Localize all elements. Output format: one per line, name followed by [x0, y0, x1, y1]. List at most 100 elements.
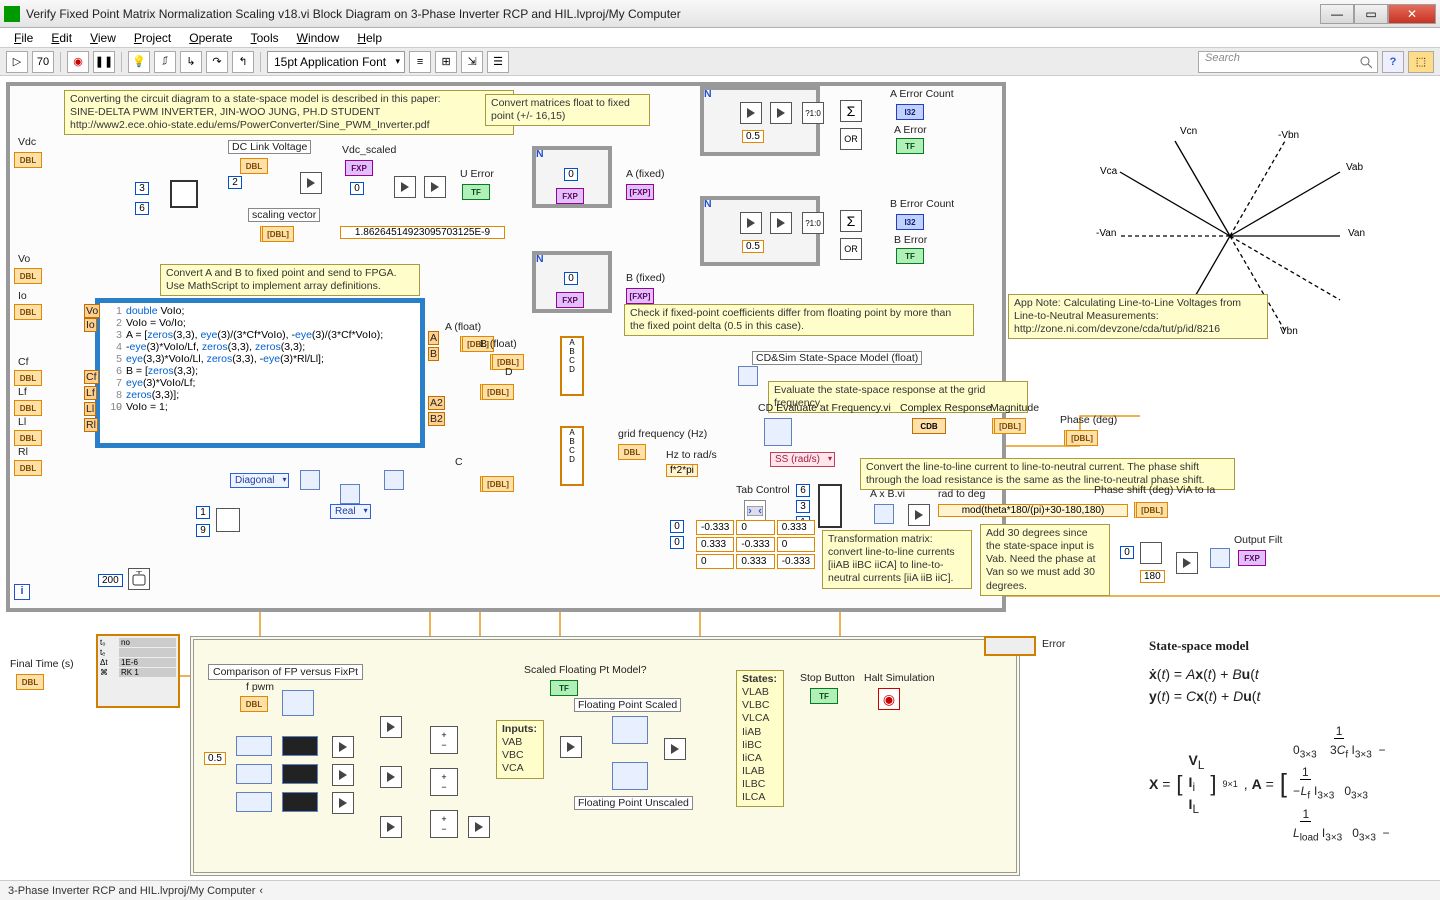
const-3b[interactable]: 3	[796, 500, 810, 513]
bundle-by-name-2[interactable]: ABCD	[560, 426, 584, 486]
terminal-vdc[interactable]: DBL	[14, 152, 42, 168]
const-1[interactable]: 1	[196, 506, 210, 519]
terminal-ll[interactable]: DBL	[14, 430, 42, 446]
terminal-lf[interactable]: DBL	[14, 400, 42, 416]
pause-button[interactable]: ❚❚	[93, 51, 115, 73]
mul-v3[interactable]	[380, 816, 402, 838]
resize-button[interactable]: ⇲	[461, 51, 483, 73]
help-button[interactable]: ?	[1382, 51, 1404, 73]
const-9[interactable]: 9	[196, 524, 210, 537]
fxp-cast-b[interactable]: FXP	[556, 292, 584, 308]
const-3[interactable]: 3	[135, 182, 149, 195]
indicator-complex[interactable]: CDB	[912, 418, 946, 434]
index-array-node[interactable]	[170, 180, 198, 208]
const-200[interactable]: 200	[98, 574, 123, 587]
scope-3[interactable]	[282, 792, 318, 812]
halt-sim-node[interactable]: ◉	[878, 688, 900, 710]
wait-ms-node[interactable]	[128, 568, 150, 590]
indicator-berrc[interactable]: I32	[896, 214, 924, 230]
const-0-forA[interactable]: 0	[564, 168, 578, 181]
bool-to-int-b[interactable]: ?1:0	[802, 212, 824, 234]
block-diagram-canvas[interactable]: Converting the circuit diagram to a stat…	[0, 76, 1440, 880]
gt-2[interactable]	[332, 764, 354, 786]
gt-1[interactable]	[332, 736, 354, 758]
indicator-radeg-out[interactable]: [DBL]	[1134, 502, 1168, 518]
terminal-fpwm[interactable]: DBL	[240, 696, 268, 712]
indicator-mag[interactable]: [DBL]	[992, 418, 1026, 434]
mul-v1[interactable]	[380, 716, 402, 738]
const-6[interactable]: 6	[135, 202, 149, 215]
transform-matrix-const[interactable]: -0.33300.333 0.333-0.3330 00.333-0.333	[694, 518, 817, 571]
distribute-button[interactable]: ⊞	[435, 51, 457, 73]
abort-button[interactable]: ◉	[67, 51, 89, 73]
mathscript-node[interactable]: double VoIo; VoIo = Vo/Io; A = [zeros(3,…	[95, 298, 425, 448]
sum-ca[interactable]: +−	[430, 810, 458, 838]
axb-vi[interactable]	[874, 504, 894, 524]
select-real[interactable]: Real	[330, 504, 371, 519]
bundle-by-name-1[interactable]: ABCD	[560, 336, 584, 396]
sub-aerr[interactable]	[740, 102, 762, 124]
step-over-button[interactable]: ↷	[206, 51, 228, 73]
add-180-node[interactable]	[1176, 552, 1198, 574]
const-0c[interactable]: 0	[670, 520, 684, 533]
sum-bc[interactable]: +−	[430, 768, 458, 796]
menu-project[interactable]: Project	[126, 29, 179, 47]
mul-v2[interactable]	[380, 766, 402, 788]
run-continuous-button[interactable]: 70	[32, 51, 54, 73]
terminal-io[interactable]: DBL	[14, 304, 42, 320]
mux-output[interactable]	[664, 738, 686, 760]
select-ssrad[interactable]: SS (rad/s)	[770, 452, 835, 467]
cd-construct-ss-vi[interactable]	[738, 366, 758, 386]
indicator-aerr[interactable]: TF	[896, 138, 924, 154]
or-aerr[interactable]: OR	[840, 128, 862, 150]
sim-error-out[interactable]	[984, 636, 1036, 656]
select-diagonal[interactable]: Diagonal	[230, 473, 289, 488]
indicator-d-out[interactable]: [DBL]	[480, 384, 514, 400]
chevron-left-icon[interactable]: ‹	[259, 885, 263, 897]
highlight-exec-button[interactable]: 💡	[128, 51, 150, 73]
maximize-button[interactable]: ▭	[1354, 4, 1388, 24]
menu-view[interactable]: View	[82, 29, 124, 47]
terminal-gridfreq[interactable]: DBL	[618, 444, 646, 460]
const-0-forB[interactable]: 0	[564, 272, 578, 285]
scope-2[interactable]	[282, 764, 318, 784]
pwm-gen-vi[interactable]	[282, 690, 314, 716]
array-subset-node[interactable]	[818, 484, 842, 528]
step-out-button[interactable]: ↰	[232, 51, 254, 73]
indicator-phase[interactable]: [DBL]	[1064, 430, 1098, 446]
init-array-node[interactable]	[216, 508, 240, 532]
terminal-rl[interactable]: DBL	[14, 460, 42, 476]
const-0-vdc[interactable]: 0	[350, 182, 364, 195]
menu-help[interactable]: Help	[349, 29, 390, 47]
neg-ca[interactable]	[468, 816, 490, 838]
menu-window[interactable]: Window	[289, 29, 348, 47]
expr-radeg[interactable]: mod(theta*180/(pi)+30-180,180)	[938, 504, 1128, 517]
sum-berr[interactable]: Σ	[840, 210, 862, 232]
menu-edit[interactable]: Edit	[43, 29, 80, 47]
const-0f[interactable]: 0	[1120, 546, 1134, 559]
cd-evaluate-vi[interactable]	[764, 418, 792, 446]
multiply-node-1[interactable]	[300, 172, 322, 194]
ss-unscaled-vi[interactable]	[612, 762, 648, 790]
run-button[interactable]: ▷	[6, 51, 28, 73]
sum-aerr[interactable]: Σ	[840, 100, 862, 122]
output-filter-vi[interactable]	[1210, 548, 1230, 568]
const-05-c[interactable]: 0.5	[204, 752, 226, 765]
align-button[interactable]: ≡	[409, 51, 431, 73]
terminal-finalT[interactable]: DBL	[16, 674, 44, 690]
terminal-stop[interactable]: TF	[810, 688, 838, 704]
scope-1[interactable]	[282, 736, 318, 756]
sum-ab[interactable]: +−	[430, 726, 458, 754]
matrix-real-vi[interactable]	[340, 484, 360, 504]
indicator-dclink[interactable]: DBL	[240, 158, 268, 174]
gt-3[interactable]	[332, 792, 354, 814]
const-05-b[interactable]: 0.5	[742, 240, 764, 253]
const-180[interactable]: 180	[1140, 570, 1165, 583]
indicator-uerror[interactable]: TF	[462, 184, 490, 200]
reorder-button[interactable]: ☰	[487, 51, 509, 73]
const-0d[interactable]: 0	[670, 536, 684, 549]
bool-to-int-a[interactable]: ?1:0	[802, 102, 824, 124]
const-scale-value[interactable]: 1.86264514923095703125E-9	[340, 226, 505, 239]
menu-operate[interactable]: Operate	[181, 29, 240, 47]
retain-wires-button[interactable]: ⎎	[154, 51, 176, 73]
